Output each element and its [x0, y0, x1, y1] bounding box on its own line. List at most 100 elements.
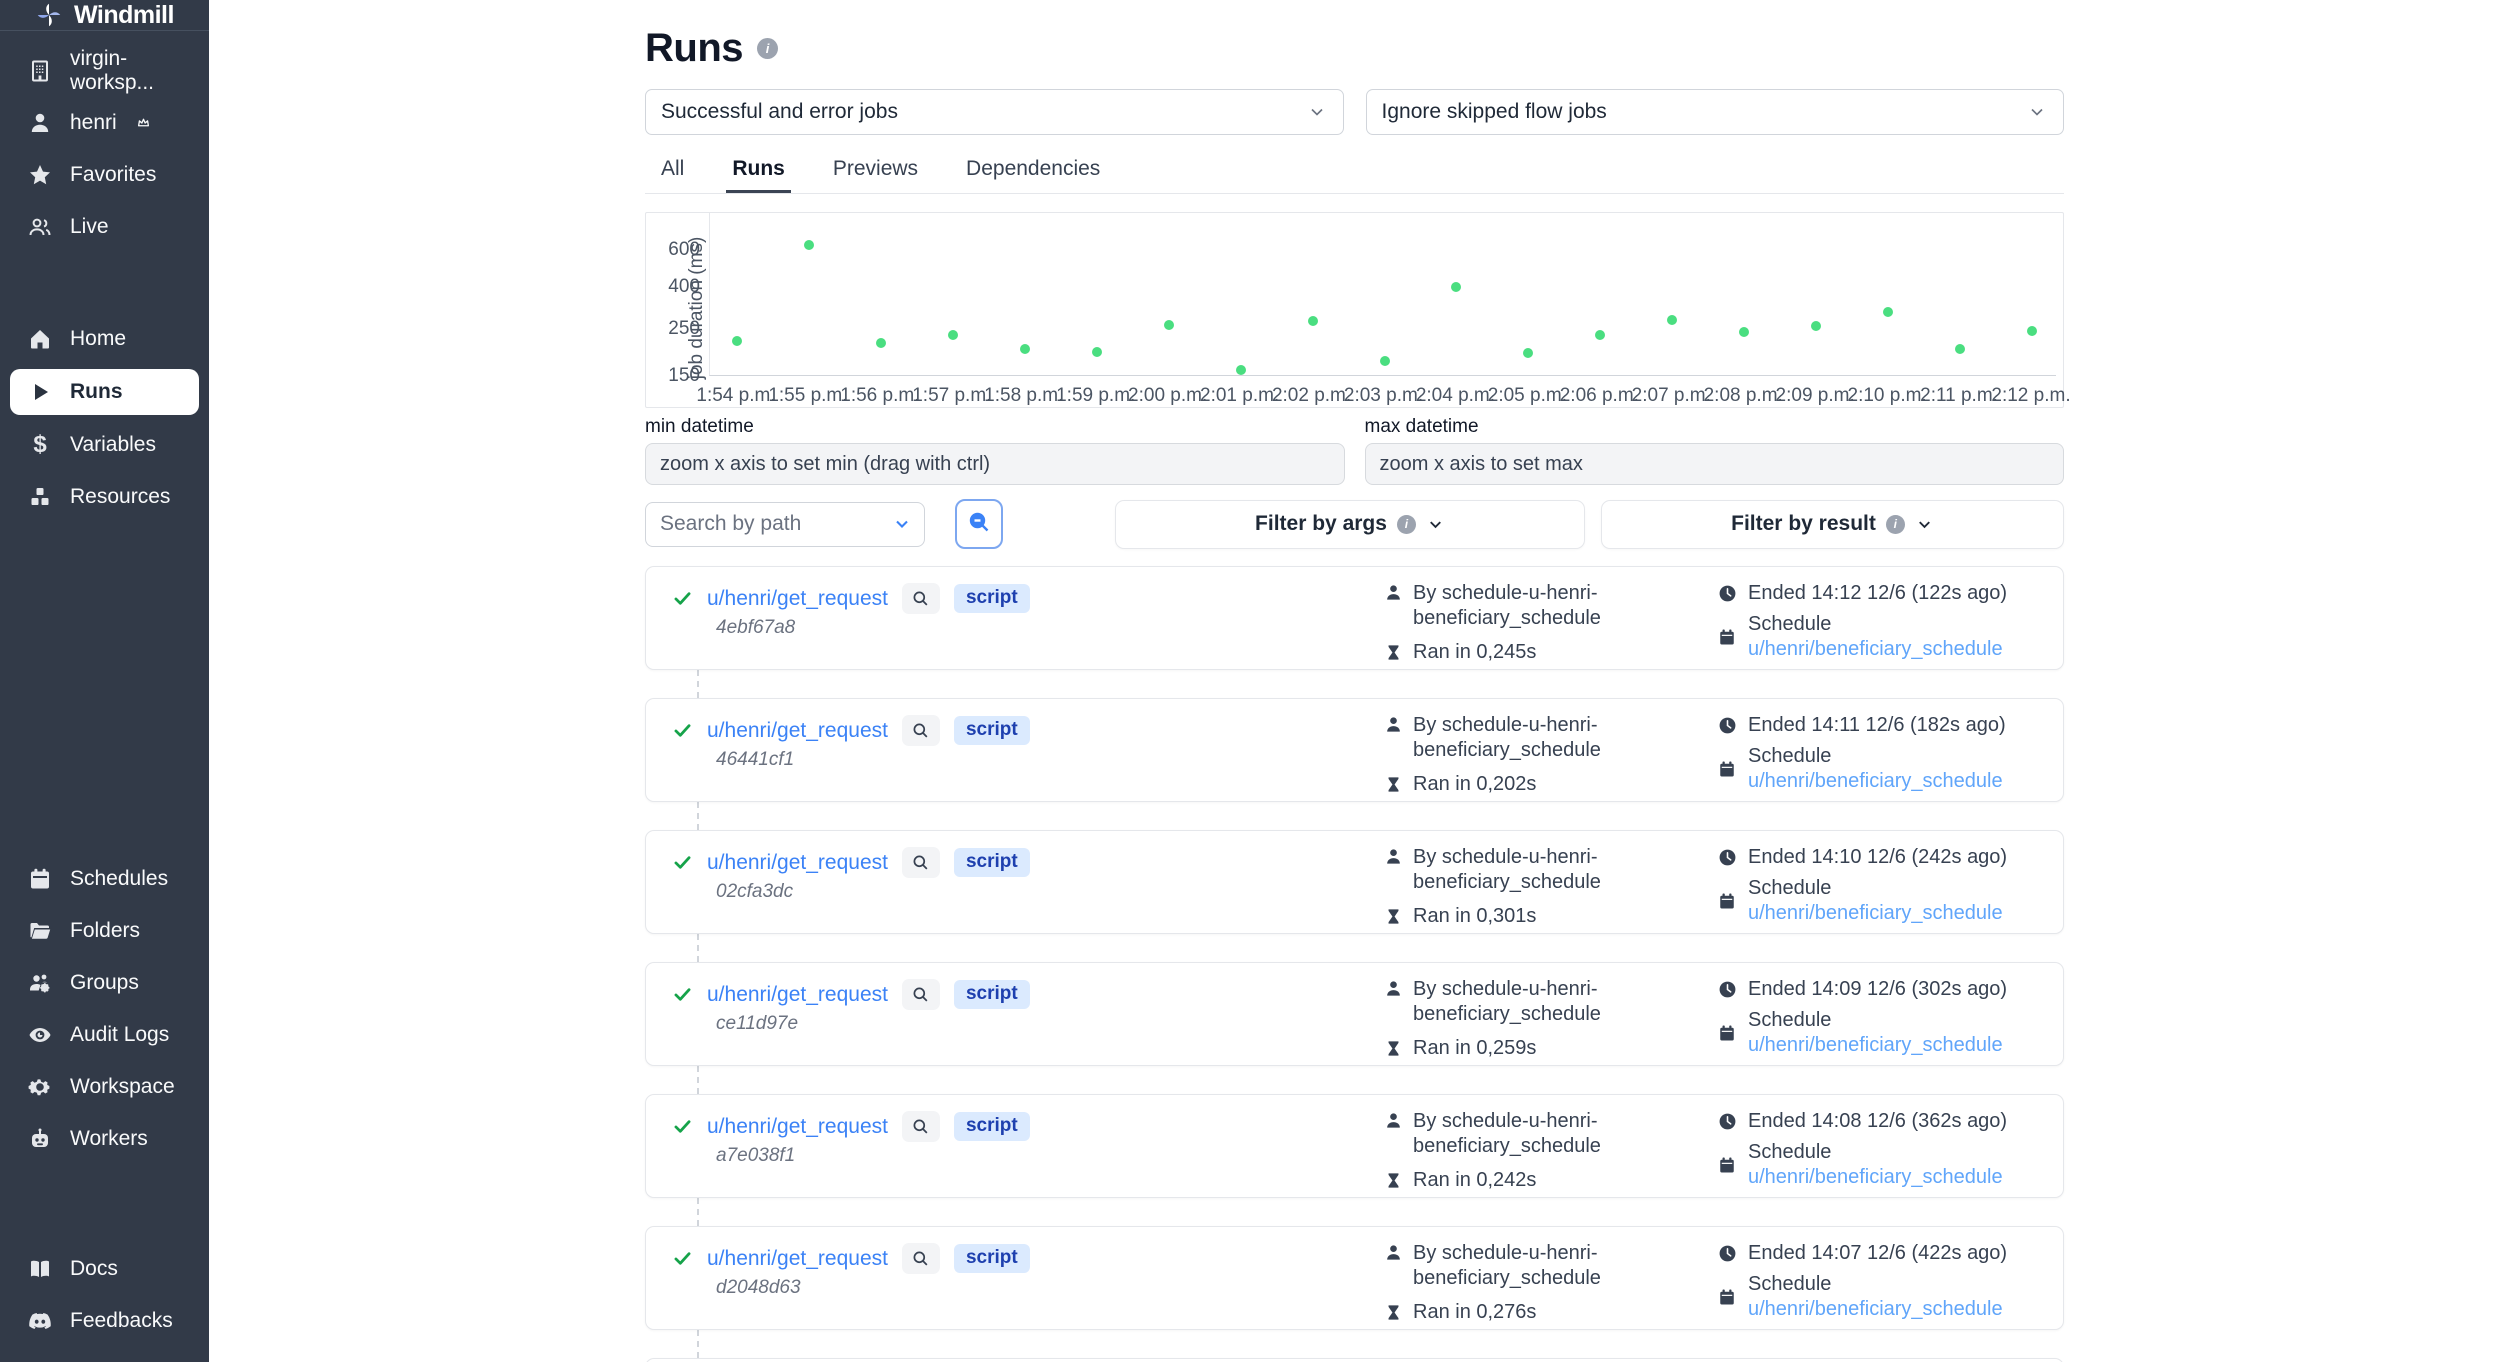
- run-triggered-by-line2: beneficiary_schedule: [1413, 1267, 1601, 1289]
- sidebar-item-docs[interactable]: Docs: [0, 1243, 209, 1295]
- chart-data-point[interactable]: [1308, 316, 1318, 326]
- run-id: 02cfa3dc: [716, 881, 793, 903]
- run-schedule-link[interactable]: u/henri/beneficiary_schedule: [1748, 770, 2003, 792]
- run-schedule-link[interactable]: u/henri/beneficiary_schedule: [1748, 1298, 2003, 1320]
- run-id: a7e038f1: [716, 1145, 795, 1167]
- sidebar-item-home[interactable]: Home: [0, 313, 209, 365]
- sidebar-item-runs[interactable]: Runs: [10, 369, 199, 415]
- chart-data-point[interactable]: [1883, 307, 1893, 317]
- chart-data-point[interactable]: [1164, 320, 1174, 330]
- sidebar-item-issues[interactable]: Issues: [0, 1347, 209, 1362]
- sidebar-item-variables[interactable]: $Variables: [0, 419, 209, 471]
- star-icon: [27, 162, 53, 188]
- crown-icon: [136, 111, 151, 135]
- chart-data-point[interactable]: [876, 338, 886, 348]
- sidebar-item-audit-logs[interactable]: Audit Logs: [0, 1009, 209, 1061]
- filter-by-args-button[interactable]: Filter by args i: [1115, 500, 1585, 549]
- chart-data-point[interactable]: [1595, 330, 1605, 340]
- run-card[interactable]: u/henri/get_request script d2048d63 By s…: [645, 1226, 2064, 1330]
- hourglass-icon: [1382, 1038, 1404, 1060]
- max-datetime-input[interactable]: [1365, 443, 2065, 485]
- run-card[interactable]: u/henri/get_request script a7e038f1 By s…: [645, 1094, 2064, 1198]
- chart-data-point[interactable]: [948, 330, 958, 340]
- chart-data-point[interactable]: [1451, 282, 1461, 292]
- sidebar-item-folders[interactable]: Folders: [0, 905, 209, 957]
- run-path-link[interactable]: u/henri/get_request: [707, 1115, 888, 1139]
- magnifier-icon: [911, 853, 930, 872]
- search-button[interactable]: [955, 499, 1003, 549]
- inspect-run-button[interactable]: [902, 847, 940, 878]
- gear-icon: [27, 1074, 53, 1100]
- run-path-link[interactable]: u/henri/get_request: [707, 983, 888, 1007]
- sidebar-item-schedules[interactable]: Schedules: [0, 853, 209, 905]
- sidebar-item-favorites[interactable]: Favorites: [0, 149, 209, 201]
- run-schedule-link[interactable]: u/henri/beneficiary_schedule: [1748, 1034, 2003, 1056]
- run-card[interactable]: u/henri/get_request script 02cfa3dc By s…: [645, 830, 2064, 934]
- run-card[interactable]: u/henri/get_request script ce11d97e By s…: [645, 962, 2064, 1066]
- job-status-select[interactable]: Successful and error jobs: [645, 89, 1344, 135]
- sidebar: Windmill virgin-worksp...henri Favorites L…: [0, 0, 209, 1362]
- script-badge: script: [954, 1244, 1030, 1273]
- filter-by-result-button[interactable]: Filter by result i: [1601, 500, 2064, 549]
- run-schedule-link[interactable]: u/henri/beneficiary_schedule: [1748, 1166, 2003, 1188]
- hourglass-icon: [1382, 642, 1404, 664]
- job-duration-chart[interactable]: job duration (ms) 600400250150 1:54 p.m.…: [645, 212, 2064, 408]
- run-schedule-link[interactable]: u/henri/beneficiary_schedule: [1748, 902, 2003, 924]
- chart-data-point[interactable]: [804, 240, 814, 250]
- run-connector-line: [697, 1198, 699, 1226]
- clock-icon: [1716, 1243, 1738, 1265]
- chart-data-point[interactable]: [1739, 327, 1749, 337]
- sidebar-item-label: Docs: [70, 1257, 118, 1281]
- calendar-icon: [27, 866, 53, 892]
- run-path-link[interactable]: u/henri/get_request: [707, 587, 888, 611]
- skipped-flows-select-value: Ignore skipped flow jobs: [1382, 100, 1607, 124]
- run-path-link[interactable]: u/henri/get_request: [707, 1247, 888, 1271]
- sidebar-item-feedbacks[interactable]: Feedbacks: [0, 1295, 209, 1347]
- sidebar-item-workers[interactable]: Workers: [0, 1113, 209, 1165]
- run-path-link[interactable]: u/henri/get_request: [707, 851, 888, 875]
- inspect-run-button[interactable]: [902, 1111, 940, 1142]
- chart-data-point[interactable]: [1667, 315, 1677, 325]
- chart-data-point[interactable]: [732, 336, 742, 346]
- inspect-run-button[interactable]: [902, 583, 940, 614]
- inspect-run-button[interactable]: [902, 1243, 940, 1274]
- chart-data-point[interactable]: [2027, 326, 2037, 336]
- chart-data-point[interactable]: [1380, 356, 1390, 366]
- sidebar-item-label: Favorites: [70, 163, 156, 187]
- tab-dependencies[interactable]: Dependencies: [960, 151, 1106, 193]
- tab-runs[interactable]: Runs: [726, 151, 791, 193]
- skipped-flows-select[interactable]: Ignore skipped flow jobs: [1366, 89, 2065, 135]
- user-icon: [1382, 1241, 1404, 1263]
- chart-data-point[interactable]: [1020, 344, 1030, 354]
- run-card[interactable]: u/henri/get_request script 4ebf67a8 By s…: [645, 566, 2064, 670]
- chart-data-point[interactable]: [1523, 348, 1533, 358]
- sidebar-item-label: Folders: [70, 919, 140, 943]
- run-path-link[interactable]: u/henri/get_request: [707, 719, 888, 743]
- sidebar-item-live[interactable]: Live: [0, 201, 209, 253]
- run-card[interactable]: u/henri/get_request script 46441cf1 By s…: [645, 698, 2064, 802]
- chart-data-point[interactable]: [1811, 321, 1821, 331]
- sidebar-item-user[interactable]: henri: [0, 97, 209, 149]
- runs-info-icon[interactable]: i: [757, 38, 778, 59]
- search-by-path-select[interactable]: Search by path: [645, 502, 925, 547]
- tab-previews[interactable]: Previews: [827, 151, 924, 193]
- run-schedule-link[interactable]: u/henri/beneficiary_schedule: [1748, 638, 2003, 660]
- sidebar-item-resources[interactable]: Resources: [0, 471, 209, 523]
- min-datetime-input[interactable]: [645, 443, 1345, 485]
- sidebar-item-groups[interactable]: Groups: [0, 957, 209, 1009]
- tab-all[interactable]: All: [655, 151, 690, 193]
- run-triggered-by-line1: By schedule-u-henri-: [1413, 978, 1598, 1000]
- run-triggered-by-line2: beneficiary_schedule: [1413, 1135, 1601, 1157]
- inspect-run-button[interactable]: [902, 979, 940, 1010]
- magnifier-icon: [911, 1249, 930, 1268]
- sidebar-item-workspace[interactable]: virgin-worksp...: [0, 45, 209, 97]
- chart-plot-area[interactable]: [709, 213, 2056, 376]
- inspect-run-button[interactable]: [902, 715, 940, 746]
- chart-data-point[interactable]: [1955, 344, 1965, 354]
- chart-data-point[interactable]: [1092, 347, 1102, 357]
- sidebar-item-workspace-settings[interactable]: Workspace: [0, 1061, 209, 1113]
- run-card[interactable]: u/henri/get_request script By schedule-u…: [645, 1358, 2064, 1362]
- script-badge: script: [954, 980, 1030, 1009]
- brand-header[interactable]: Windmill: [0, 0, 209, 31]
- chart-data-point[interactable]: [1236, 365, 1246, 375]
